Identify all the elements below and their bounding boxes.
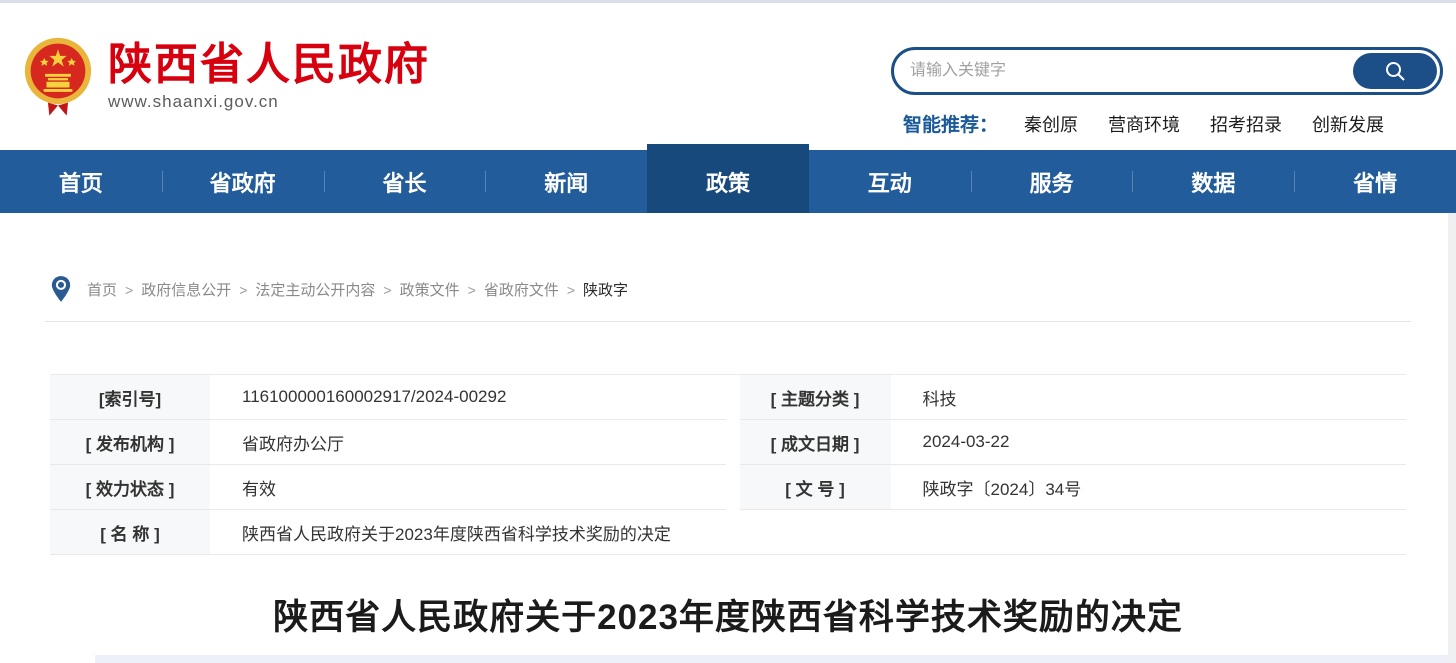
content-area-edge	[95, 655, 1456, 663]
meta-value-3: 陕西省人民政府关于2023年度陕西省科学技术奖励的决定	[210, 510, 1406, 555]
site-title-block: 陕西省人民政府 www.shaanxi.gov.cn	[108, 36, 430, 112]
smart-recommend-row: 智能推荐： 秦创原 营商环境 招考招录 创新发展	[891, 110, 1443, 137]
nav-item-0[interactable]: 首页	[0, 150, 162, 213]
breadcrumb-item-4[interactable]: 省政府文件	[484, 282, 559, 299]
nav-item-3[interactable]: 新闻	[485, 150, 647, 213]
national-emblem-icon	[22, 36, 94, 116]
breadcrumb-separator: >	[383, 282, 391, 298]
nav-item-2[interactable]: 省长	[324, 150, 486, 213]
breadcrumb-item-1[interactable]: 政府信息公开	[141, 282, 231, 299]
nav-item-8[interactable]: 省情	[1294, 150, 1456, 213]
meta-row-0: [索引号]116100000160002917/2024-00292 [ 主题分类…	[50, 375, 1406, 420]
smart-recommend-label: 智能推荐：	[903, 110, 998, 137]
search-input[interactable]	[910, 52, 1280, 90]
recommend-link-1[interactable]: 营商环境	[1108, 115, 1180, 135]
meta-gutter-2	[726, 465, 740, 510]
article-title: 陕西省人民政府关于2023年度陕西省科学技术奖励的决定	[0, 589, 1456, 640]
recommend-link-2[interactable]: 招考招录	[1210, 115, 1282, 135]
meta-label-0: [索引号]	[50, 375, 210, 420]
nav-item-5[interactable]: 互动	[809, 150, 971, 213]
nav-item-1[interactable]: 省政府	[162, 150, 324, 213]
meta-row-1: [ 发布机构 ]省政府办公厅 [ 成文日期 ]2024-03-22	[50, 420, 1406, 465]
breadcrumb-item-5: 陕政字	[583, 282, 628, 299]
meta-label-3: [ 名 称 ]	[50, 510, 210, 555]
breadcrumb-separator: >	[239, 282, 247, 298]
breadcrumb-item-0[interactable]: 首页	[87, 282, 117, 299]
meta-value-1: 省政府办公厅	[210, 420, 726, 465]
meta-row-3: [ 名 称 ]陕西省人民政府关于2023年度陕西省科学技术奖励的决定	[50, 510, 1406, 555]
meta-value-0: 116100000160002917/2024-00292	[210, 375, 726, 420]
meta-value2-1: 2024-03-22	[891, 420, 1407, 465]
meta-gutter-1	[726, 420, 740, 465]
page-right-edge	[1448, 213, 1456, 663]
breadcrumb-item-3[interactable]: 政策文件	[400, 282, 460, 299]
location-pin-icon	[50, 275, 72, 303]
nav-item-6[interactable]: 服务	[971, 150, 1133, 213]
nav-item-4-active[interactable]: 政策	[647, 144, 809, 213]
site-header: 陕西省人民政府 www.shaanxi.gov.cn 智能推荐： 秦创原 营商环境…	[0, 3, 1456, 150]
recommend-link-0[interactable]: 秦创原	[1024, 115, 1078, 135]
breadcrumb-items: 首页 > 政府信息公开 > 法定主动公开内容 > 政策文件 > 省政府文件 > 陕政字	[87, 279, 628, 300]
meta-label2-1: [ 成文日期 ]	[740, 420, 891, 465]
breadcrumb-separator: >	[468, 282, 476, 298]
nav-item-7[interactable]: 数据	[1132, 150, 1294, 213]
breadcrumb: 首页 > 政府信息公开 > 法定主动公开内容 > 政策文件 > 省政府文件 > 陕政字	[45, 275, 1411, 322]
search-box	[891, 47, 1443, 95]
meta-row-2: [ 效力状态 ]有效 [ 文 号 ]陕政字〔2024〕34号	[50, 465, 1406, 510]
smart-recommend-links: 秦创原 营商环境 招考招录 创新发展	[1024, 111, 1414, 137]
meta-gutter-0	[726, 375, 740, 420]
site-logo[interactable]: 陕西省人民政府 www.shaanxi.gov.cn	[22, 36, 430, 116]
document-meta-table: [索引号]116100000160002917/2024-00292 [ 主题分类…	[50, 374, 1406, 555]
meta-value2-0: 科技	[891, 375, 1407, 420]
meta-value-2: 有效	[210, 465, 726, 510]
breadcrumb-separator: >	[125, 282, 133, 298]
search-area: 智能推荐： 秦创原 营商环境 招考招录 创新发展	[891, 47, 1443, 137]
site-name[interactable]: 陕西省人民政府	[108, 42, 430, 88]
meta-label2-0: [ 主题分类 ]	[740, 375, 891, 420]
site-url: www.shaanxi.gov.cn	[108, 92, 430, 112]
breadcrumb-item-2[interactable]: 法定主动公开内容	[255, 282, 375, 299]
breadcrumb-separator: >	[567, 282, 575, 298]
main-nav: 首页省政府省长新闻政策互动服务数据省情	[0, 150, 1456, 213]
meta-label-1: [ 发布机构 ]	[50, 420, 210, 465]
meta-label-2: [ 效力状态 ]	[50, 465, 210, 510]
search-icon	[1383, 59, 1407, 83]
search-button[interactable]	[1353, 53, 1437, 89]
meta-value2-2: 陕政字〔2024〕34号	[891, 465, 1407, 510]
meta-label2-2: [ 文 号 ]	[740, 465, 891, 510]
recommend-link-3[interactable]: 创新发展	[1312, 115, 1384, 135]
